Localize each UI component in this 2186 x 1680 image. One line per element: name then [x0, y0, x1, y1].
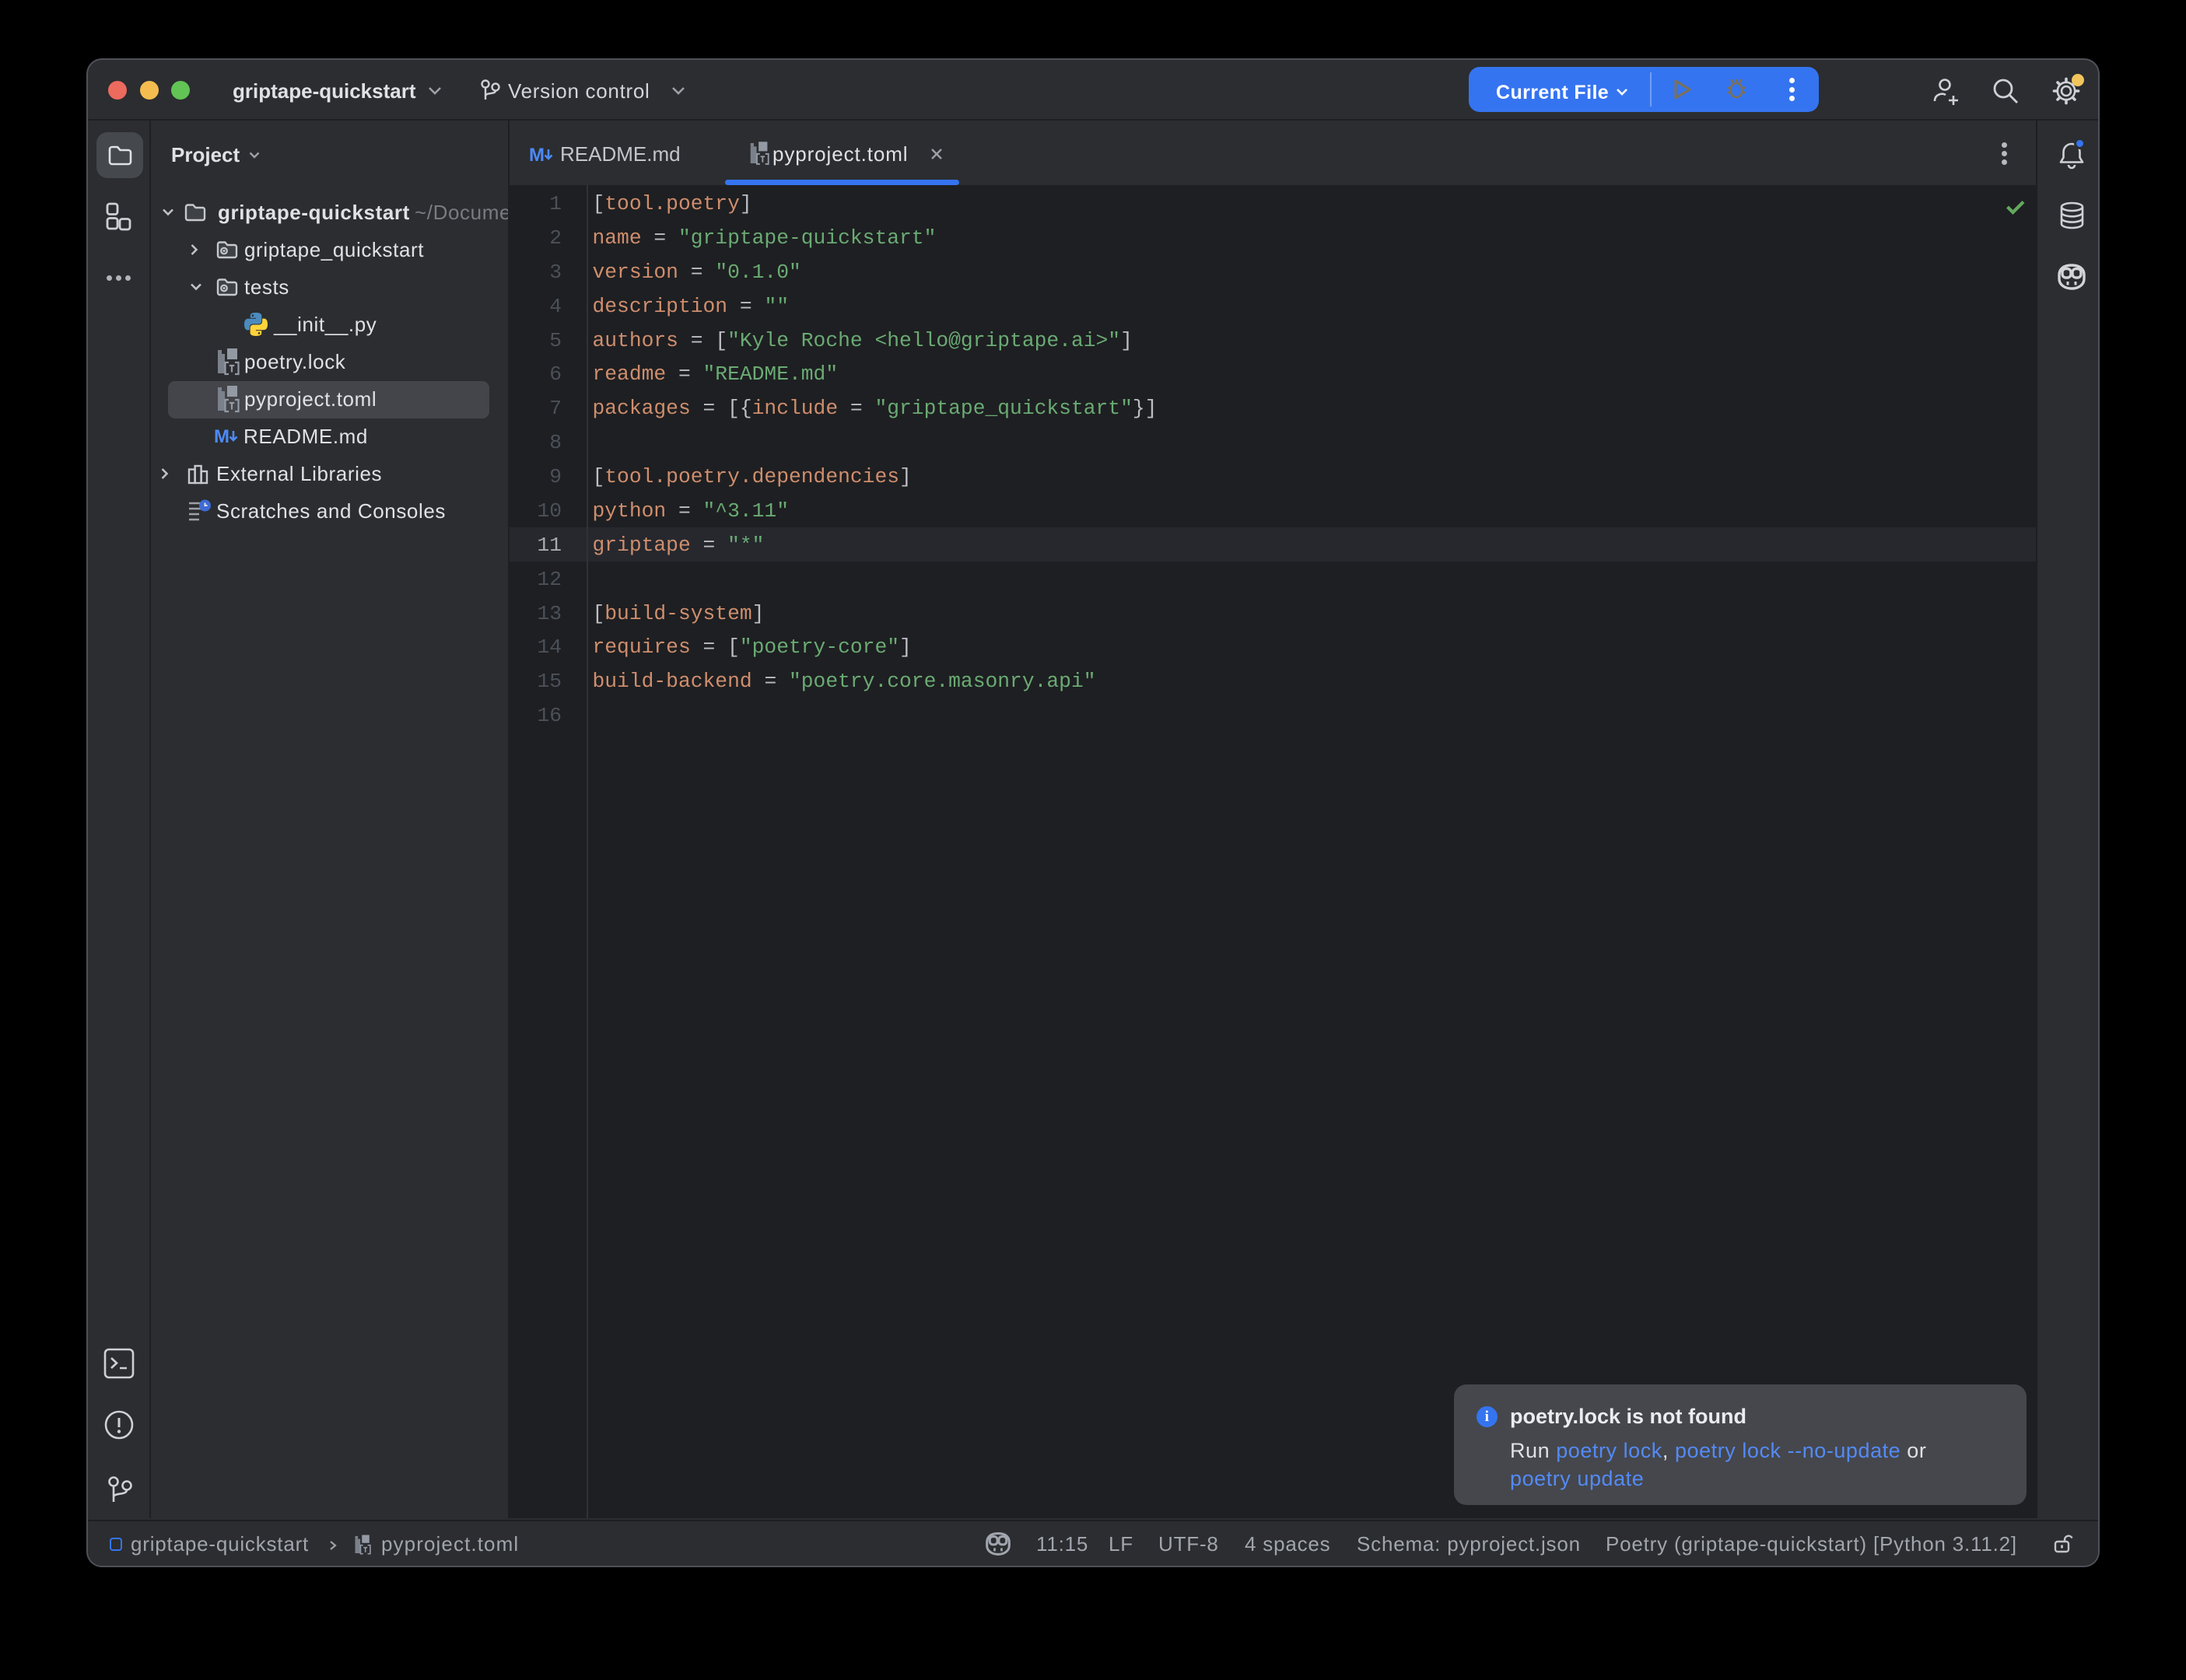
svg-text:M: M: [214, 426, 229, 446]
svg-text:M: M: [529, 145, 545, 165]
